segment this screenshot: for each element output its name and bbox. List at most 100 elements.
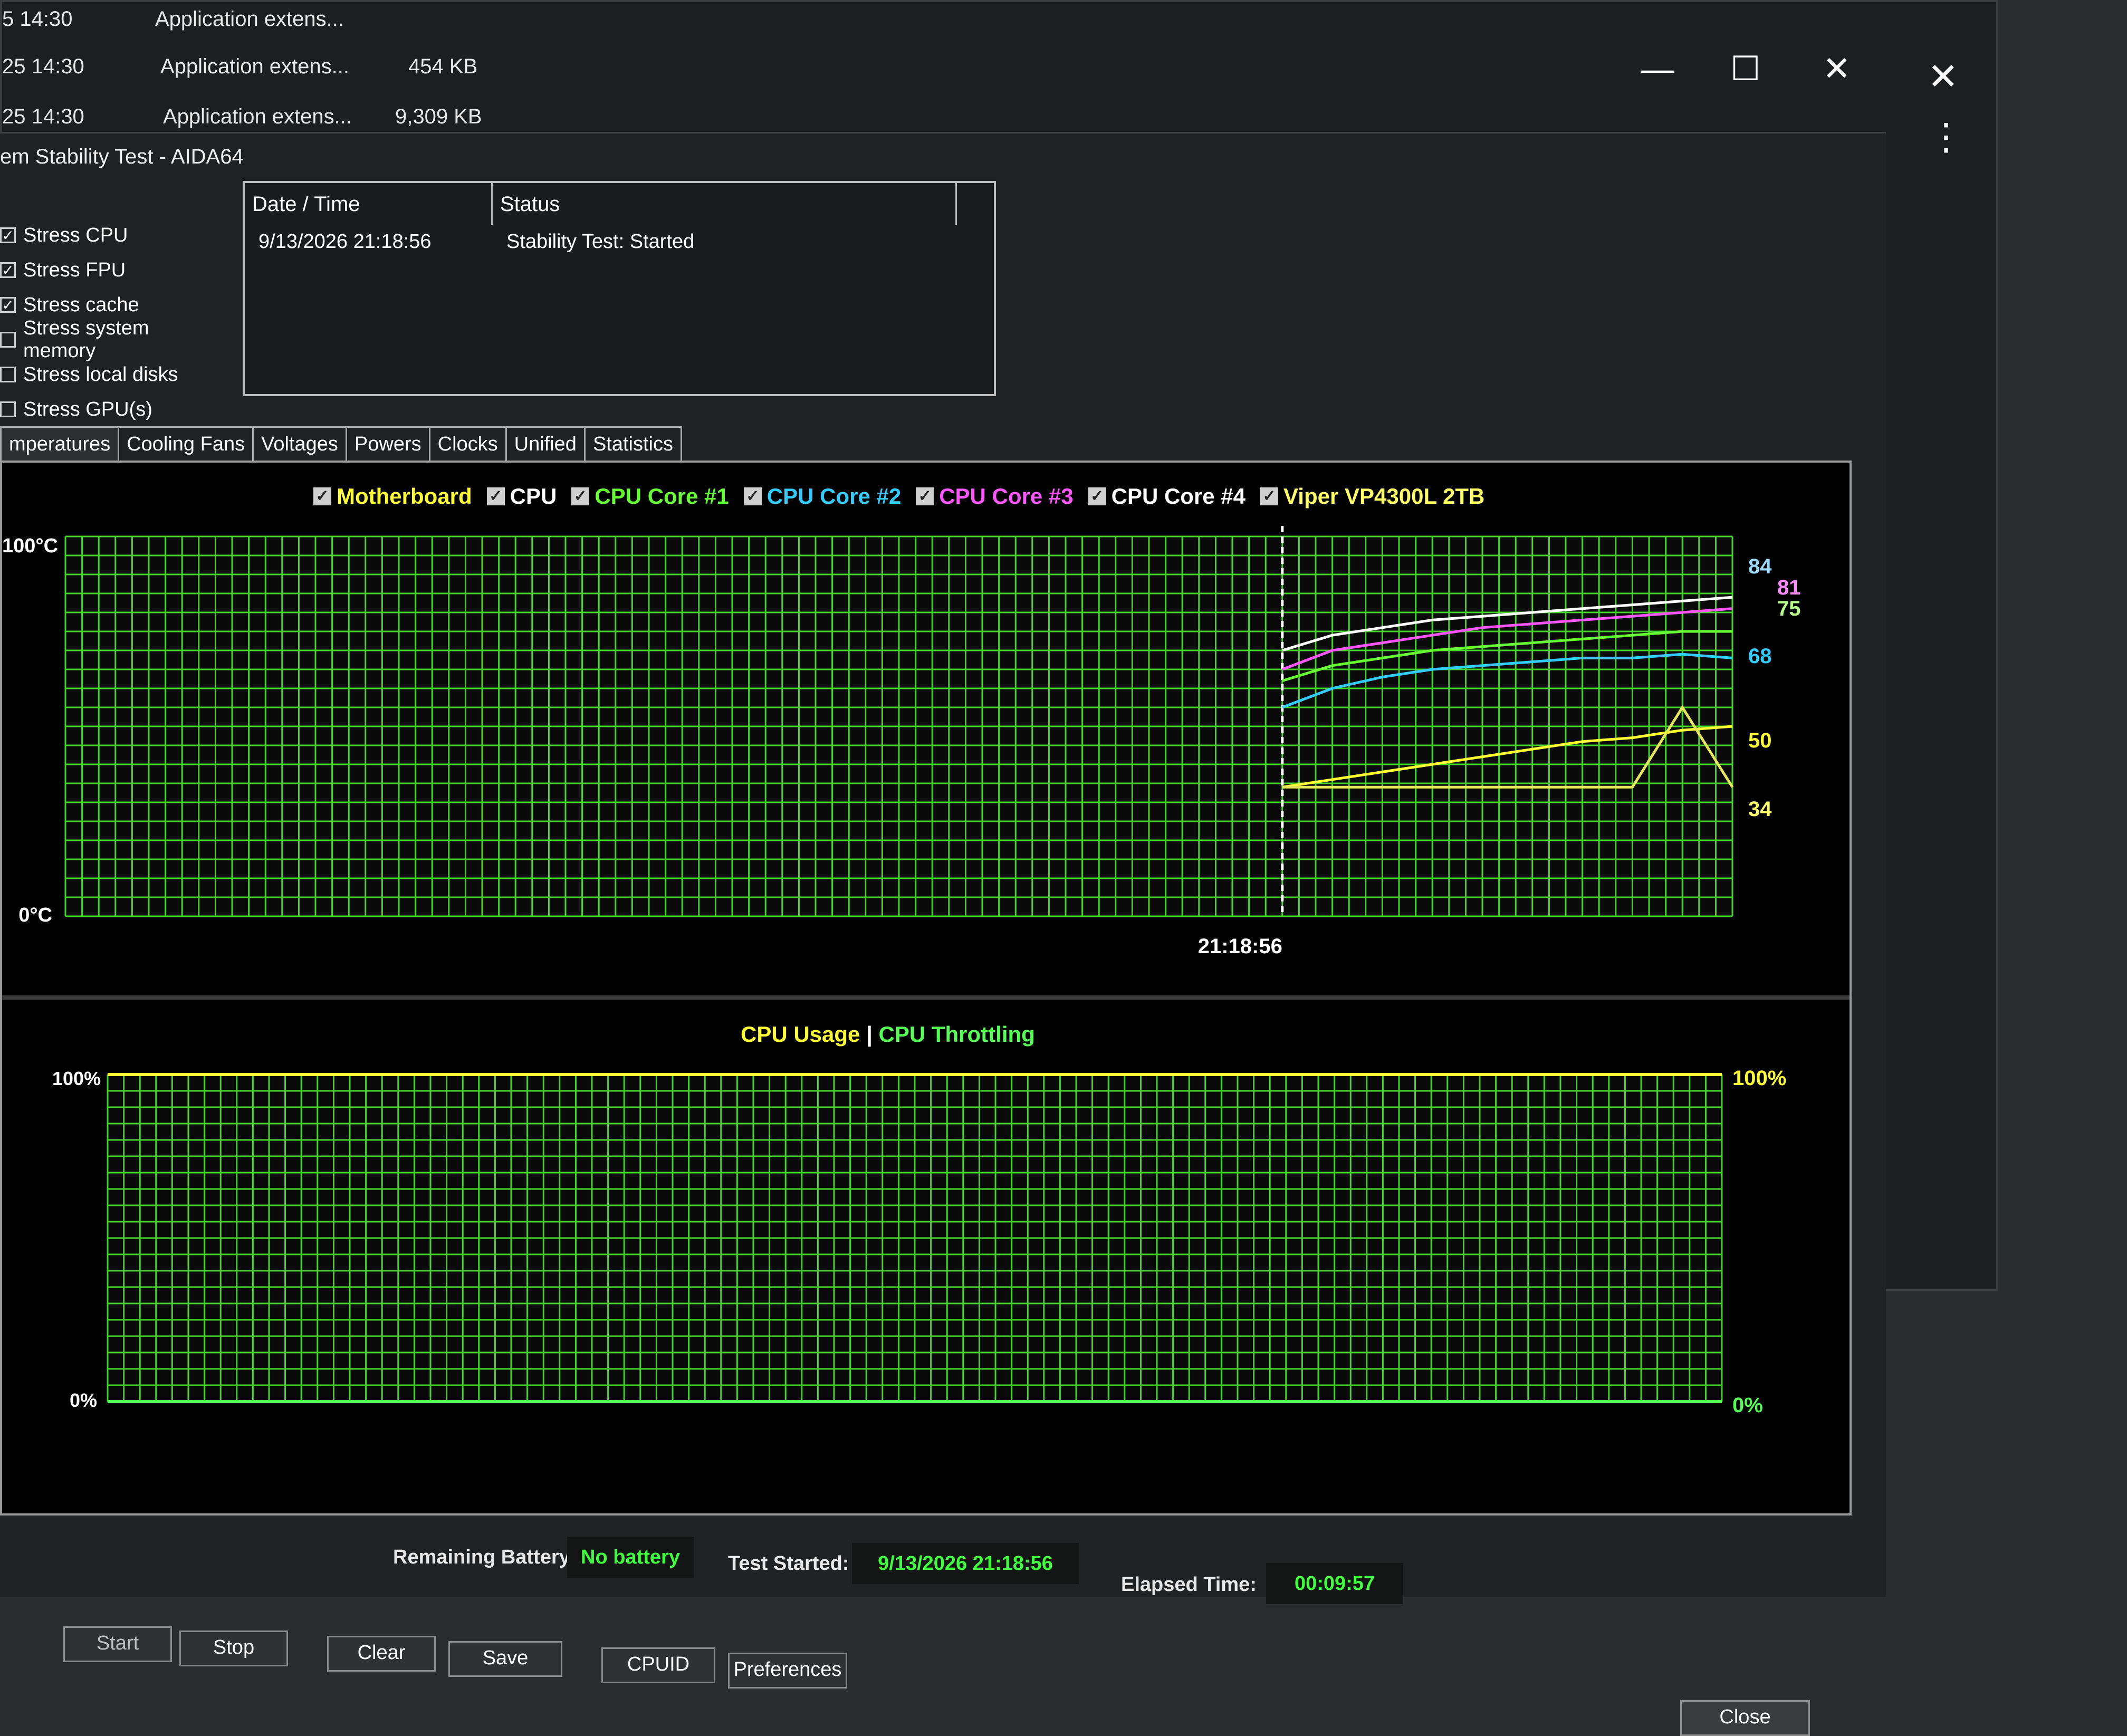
chart-divider [2, 995, 1850, 1000]
legend-label: Motherboard [337, 484, 472, 509]
checkbox-label: Stress system memory [23, 317, 149, 362]
stress-fpu-checkbox[interactable]: ✓ Stress FPU [0, 253, 227, 287]
tab-voltages[interactable]: Voltages [252, 426, 347, 463]
stress-memory-checkbox[interactable]: Stress system memory [0, 317, 227, 362]
log-header-datetime[interactable]: Date / Time [245, 183, 493, 225]
title-separator: | [866, 1022, 873, 1047]
file-time: 25 14:30 [2, 55, 84, 78]
file-time: 5 14:30 [2, 7, 73, 31]
test-started-label: Test Started: [728, 1552, 849, 1575]
file-time: 25 14:30 [2, 105, 84, 128]
checkbox-icon: ✓ [0, 297, 16, 313]
file-size: 454 KB [408, 55, 478, 78]
checkbox-label: Stress CPU [23, 224, 128, 246]
temperature-legend: ✓ Motherboard ✓ CPU ✓ CPU Core #1 ✓ CPU Core #2… [313, 484, 1484, 509]
checkbox-label: Stress cache [23, 293, 139, 316]
more-options-icon[interactable]: ⋮ [1928, 118, 1965, 155]
checkbox-icon [0, 401, 16, 417]
charts-panel: ✓ Motherboard ✓ CPU ✓ CPU Core #1 ✓ CPU Core #2… [0, 461, 1852, 1516]
checkbox-icon [0, 367, 16, 382]
tab-cooling-fans[interactable]: Cooling Fans [118, 426, 254, 463]
right-axis-max-label: 100% [1732, 1067, 1786, 1090]
log-header-status[interactable]: Status [493, 183, 957, 225]
status-log[interactable]: Date / Time Status 9/13/2026 21:18:56 St… [243, 181, 996, 396]
legend-label: Viper VP4300L 2TB [1283, 484, 1485, 509]
y-axis-max-label: 100°C [2, 535, 58, 557]
checkbox-icon: ✓ [916, 487, 934, 505]
end-value-label: 84 [1748, 555, 1772, 578]
background-close-icon[interactable]: ✕ [1928, 55, 1959, 98]
end-value-label: 34 [1748, 798, 1772, 821]
file-size: 9,309 KB [395, 105, 482, 128]
tab-unified[interactable]: Unified [505, 426, 586, 463]
legend-item[interactable]: ✓ CPU Core #4 [1088, 484, 1245, 509]
legend-item[interactable]: ✓ CPU [486, 484, 557, 509]
elapsed-time-value: 00:09:57 [1266, 1563, 1403, 1604]
stability-test-window: em Stability Test - AIDA64 — ☐ ✕ ✓ Stress… [0, 50, 1886, 1736]
chart-grid [64, 535, 1733, 917]
end-value-label: 68 [1748, 645, 1772, 668]
left-axis-max-label: 100% [52, 1068, 101, 1089]
cpu-usage-chart: 100% 0% 100% 0% [52, 1067, 1786, 1417]
title-bar: em Stability Test - AIDA64 — ☐ ✕ [0, 50, 1886, 181]
stress-disks-checkbox[interactable]: Stress local disks [0, 357, 227, 392]
usage-chart-title: CPU Usage | CPU Throttling [741, 1022, 1035, 1047]
stress-gpu-checkbox[interactable]: Stress GPU(s) [0, 392, 227, 427]
tab-powers[interactable]: Powers [345, 426, 430, 463]
y-axis-min-label: 0°C [18, 904, 52, 926]
maximize-icon[interactable]: ☐ [1730, 49, 1760, 89]
save-button[interactable]: Save [448, 1641, 562, 1677]
legend-label: CPU Core #4 [1111, 484, 1246, 509]
chart-grid [107, 1073, 1723, 1403]
temperature-chart: 100°C 0°C 21:18:56 848175 68 50 34 [2, 526, 1801, 958]
cpu-usage-title: CPU Usage [741, 1022, 860, 1047]
checkbox-icon: ✓ [1088, 487, 1106, 505]
legend-item[interactable]: ✓ CPU Core #3 [916, 484, 1074, 509]
stress-options: ✓ Stress CPU ✓ Stress FPU ✓ Stress cache St… [0, 218, 227, 427]
legend-item[interactable]: ✓ Motherboard [313, 484, 472, 509]
right-axis-min-label: 0% [1732, 1394, 1763, 1417]
minimize-icon[interactable]: — [1641, 49, 1674, 88]
preferences-button[interactable]: Preferences [728, 1653, 847, 1689]
tab-temperatures[interactable]: mperatures [0, 426, 120, 463]
window-title: em Stability Test - AIDA64 [0, 145, 244, 168]
tab-clocks[interactable]: Clocks [428, 426, 507, 463]
checkbox-icon: ✓ [313, 487, 331, 505]
checkbox-label: Stress local disks [23, 363, 178, 386]
remaining-battery-label: Remaining Battery: [393, 1546, 577, 1568]
checkbox-icon: ✓ [743, 487, 762, 505]
legend-item[interactable]: ✓ CPU Core #2 [743, 484, 902, 509]
checkbox-icon [0, 332, 16, 348]
cpu-throttling-title: CPU Throttling [878, 1022, 1035, 1047]
footer-bar: Remaining Battery: No battery Test Start… [0, 1537, 1886, 1736]
start-button[interactable]: Start [63, 1626, 172, 1662]
checkbox-icon: ✓ [0, 227, 16, 244]
close-icon[interactable]: ✕ [1823, 49, 1851, 89]
close-button[interactable]: Close [1680, 1700, 1810, 1736]
checkbox-label: Stress FPU [23, 258, 126, 281]
clear-button[interactable]: Clear [327, 1636, 436, 1672]
end-value-label: 75 [1777, 597, 1801, 620]
checkbox-icon: ✓ [1260, 487, 1279, 505]
stress-cpu-checkbox[interactable]: ✓ Stress CPU [0, 218, 227, 253]
legend-label: CPU Core #2 [767, 484, 902, 509]
cpuid-button[interactable]: CPUID [601, 1647, 715, 1683]
test-started-value: 9/13/2026 21:18:56 [852, 1543, 1079, 1584]
file-type: Application extens... [163, 105, 352, 128]
tab-bar: mperatures Cooling Fans Voltages Powers … [0, 426, 682, 463]
tab-statistics[interactable]: Statistics [583, 426, 682, 463]
checkbox-icon: ✓ [571, 487, 590, 505]
end-value-label: 81 [1777, 576, 1801, 599]
legend-label: CPU Core #1 [595, 484, 729, 509]
log-status: Stability Test: Started [506, 231, 695, 253]
checkbox-icon: ✓ [486, 487, 505, 505]
legend-label: CPU [510, 484, 557, 509]
checkbox-label: Stress GPU(s) [23, 398, 152, 420]
legend-label: CPU Core #3 [939, 484, 1074, 509]
stop-button[interactable]: Stop [179, 1631, 288, 1666]
legend-item[interactable]: ✓ CPU Core #1 [571, 484, 729, 509]
checkbox-icon: ✓ [0, 262, 16, 279]
legend-item[interactable]: ✓ Viper VP4300L 2TB [1260, 484, 1484, 509]
time-marker-label: 21:18:56 [1198, 935, 1282, 958]
file-type: Application extens... [160, 55, 349, 78]
